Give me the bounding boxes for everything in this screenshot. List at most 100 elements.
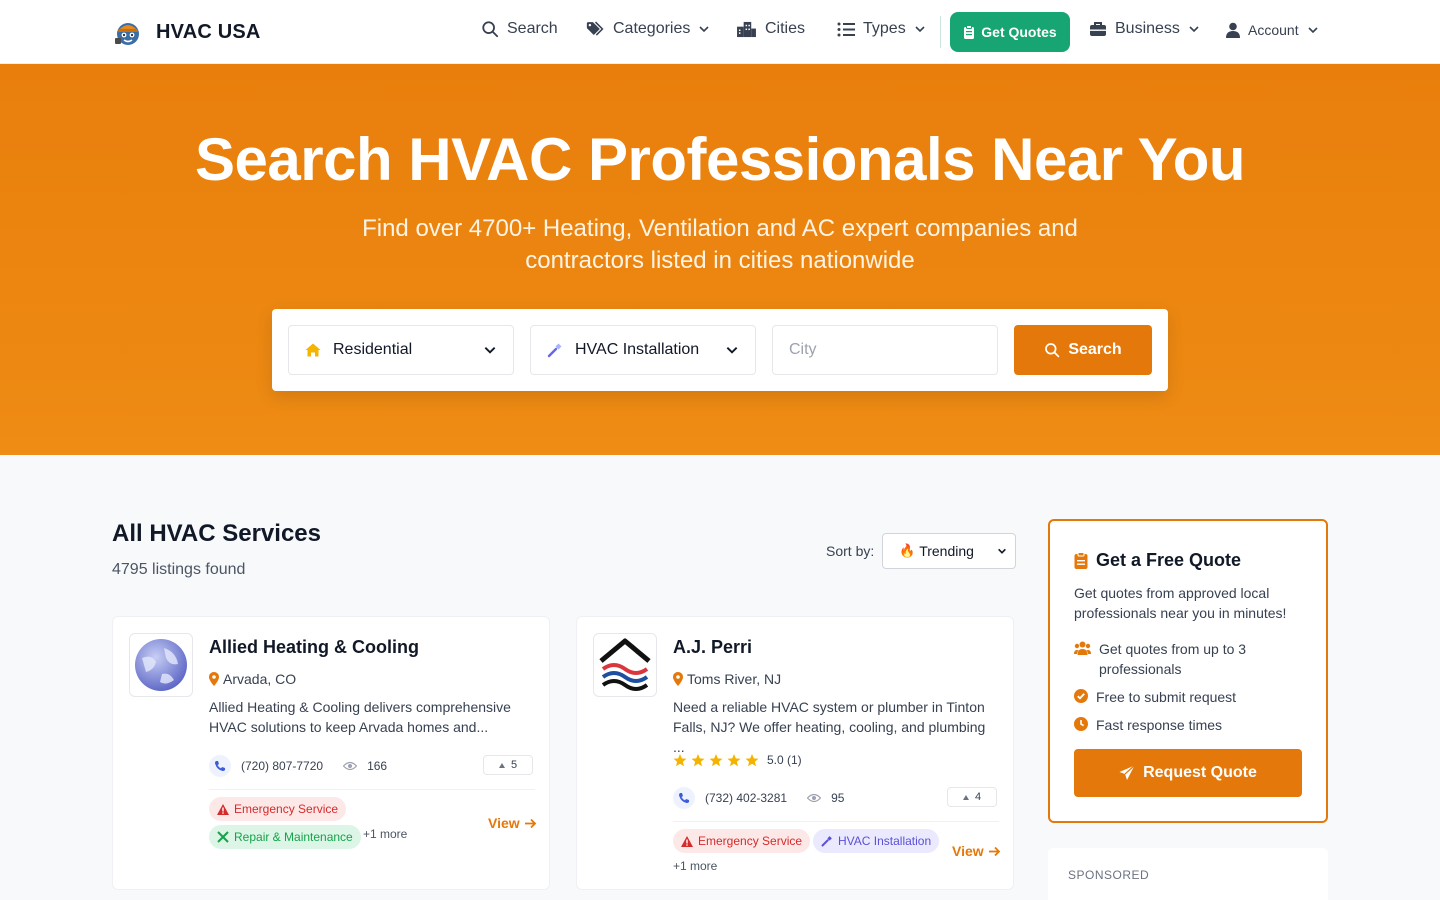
listing-card[interactable]: A.J. Perri Toms River, NJ Need a reliabl…: [576, 616, 1014, 890]
fire-icon: 🔥: [899, 543, 916, 558]
brand-link[interactable]: HVAC USA: [112, 16, 261, 48]
hero-subtitle: Find over 4700+ Heating, Ventilation and…: [362, 215, 1078, 274]
phone-icon: [209, 755, 231, 777]
more-tags[interactable]: +1 more: [673, 859, 717, 873]
listing-phone[interactable]: (720) 807-7720: [241, 759, 323, 773]
clock-icon: [1074, 717, 1088, 731]
phone-icon: [673, 787, 695, 809]
wrench-icon: [547, 343, 562, 358]
nav-account-label: Account: [1248, 22, 1299, 38]
roof-waves-logo-icon: [599, 638, 651, 691]
eye-icon: [807, 793, 822, 803]
nav-cities[interactable]: Cities: [736, 20, 805, 38]
chevron-down-icon: [699, 26, 709, 33]
sponsored-label: SPONSORED: [1068, 868, 1150, 882]
more-tags[interactable]: +1 more: [363, 827, 407, 841]
globe-placeholder-icon: [135, 639, 187, 691]
arrow-right-icon: [988, 846, 1000, 856]
view-listing-link[interactable]: View: [488, 815, 537, 831]
sort-select[interactable]: 🔥 Trending: [882, 533, 1016, 569]
search-icon: [1045, 343, 1060, 358]
vote-count: 5: [510, 759, 518, 771]
clipboard-icon: [964, 25, 975, 39]
warning-triangle-icon: [681, 835, 693, 847]
check-circle-icon: [1074, 689, 1088, 703]
clipboard-icon: [1074, 552, 1088, 569]
sort-value: Trending: [919, 543, 974, 559]
hvac-mascot-logo-icon: [115, 23, 139, 45]
listing-description: Need a reliable HVAC system or plumber i…: [673, 699, 986, 755]
view-listing-link[interactable]: View: [952, 843, 1001, 859]
star-icon: [727, 753, 741, 766]
view-label: View: [488, 815, 520, 831]
paper-plane-icon: [1119, 765, 1135, 780]
tag-repair-maintenance[interactable]: Repair & Maintenance: [209, 825, 361, 849]
search-icon: [482, 21, 499, 38]
star-icon: [691, 753, 705, 766]
tag-hvac-installation[interactable]: HVAC Installation: [813, 829, 940, 853]
listing-card[interactable]: Allied Heating & Cooling Arvada, CO Alli…: [112, 616, 550, 890]
search-submit-button[interactable]: Search: [1014, 325, 1152, 375]
wrench-icon: [821, 836, 832, 847]
rating-text: 5.0 (1): [767, 753, 802, 767]
tag-emergency-service[interactable]: Emergency Service: [673, 829, 811, 853]
nav-search[interactable]: Search: [481, 20, 558, 38]
get-quotes-label: Get Quotes: [981, 24, 1057, 40]
sponsored-section: SPONSORED: [1048, 848, 1328, 900]
free-quote-title: Get a Free Quote: [1074, 550, 1241, 571]
chevron-down-icon: [1308, 27, 1318, 34]
city-buildings-icon: [737, 21, 756, 37]
free-quote-description: Get quotes from approved local professio…: [1074, 585, 1287, 621]
listing-views: 95: [831, 791, 845, 805]
listing-meta: (732) 402-3281 95: [673, 787, 844, 809]
star-row: [673, 753, 759, 767]
listing-description: Allied Heating & Cooling delivers compre…: [209, 699, 511, 735]
benefit-item: Fast response times: [1074, 715, 1310, 735]
star-icon: [745, 753, 759, 766]
tag-label: Repair & Maintenance: [234, 830, 353, 844]
card-divider: [673, 821, 999, 822]
tags-icon: [586, 21, 604, 36]
request-quote-button[interactable]: Request Quote: [1074, 749, 1302, 797]
upvote-button[interactable]: 5: [483, 755, 533, 775]
free-quote-title-text: Get a Free Quote: [1096, 550, 1242, 570]
upvote-button[interactable]: 4: [947, 787, 997, 807]
search-submit-label: Search: [1068, 341, 1122, 358]
listing-phone[interactable]: (732) 402-3281: [705, 791, 787, 805]
nav-divider: [940, 16, 941, 48]
listing-title[interactable]: Allied Heating & Cooling: [209, 637, 419, 658]
free-quote-card: Get a Free Quote Get quotes from approve…: [1048, 519, 1328, 823]
property-type-select[interactable]: Residential: [288, 325, 514, 375]
listing-title[interactable]: A.J. Perri: [673, 637, 752, 658]
nav-categories[interactable]: Categories: [586, 20, 710, 38]
briefcase-icon: [1090, 22, 1106, 36]
benefit-item: Free to submit request: [1074, 687, 1310, 707]
nav-account[interactable]: Account: [1226, 22, 1319, 38]
users-icon: [1074, 641, 1091, 655]
nav-business[interactable]: Business: [1089, 20, 1200, 38]
tag-emergency-service[interactable]: Emergency Service: [209, 797, 347, 821]
chevron-down-icon: [726, 347, 738, 354]
eye-icon: [343, 761, 358, 771]
listing-location: Arvada, CO: [209, 671, 296, 687]
listing-location-text: Arvada, CO: [223, 671, 297, 687]
star-icon: [709, 753, 723, 766]
listings-count: 4795 listings found: [112, 561, 246, 578]
nav-types[interactable]: Types: [837, 20, 926, 38]
tag-label: Emergency Service: [234, 802, 339, 816]
listings-title: All HVAC Services: [112, 520, 321, 547]
listing-logo: [129, 633, 193, 697]
listing-logo: [593, 633, 657, 697]
brand-name: HVAC USA: [156, 20, 261, 43]
search-form: Residential HVAC Installation Search: [272, 309, 1168, 391]
chevron-down-icon: [1189, 26, 1199, 33]
listing-location: Toms River, NJ: [673, 671, 781, 687]
get-quotes-button[interactable]: Get Quotes: [950, 12, 1070, 52]
chevron-down-icon: [484, 347, 496, 354]
tools-icon: [217, 831, 229, 843]
nav-business-label: Business: [1115, 20, 1180, 37]
city-input[interactable]: [772, 325, 998, 375]
service-type-select[interactable]: HVAC Installation: [530, 325, 756, 375]
nav-cities-label: Cities: [765, 20, 806, 37]
arrow-right-icon: [524, 818, 536, 828]
